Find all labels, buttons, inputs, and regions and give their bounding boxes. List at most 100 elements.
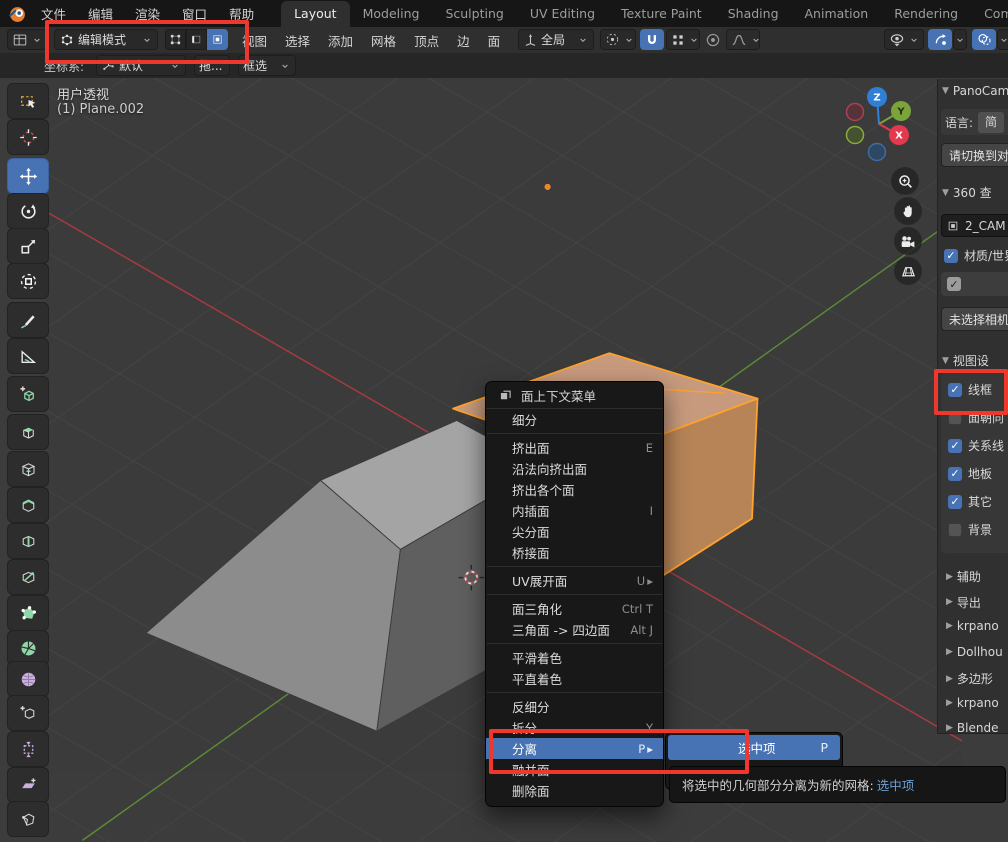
camera-view-button[interactable] [894,227,922,255]
overlays-toggle-button[interactable] [972,29,996,50]
coordinate-system-dropdown[interactable]: 默认 [96,55,186,76]
context-menu-item[interactable]: 桥接面 [486,542,663,563]
viewport-menu-item[interactable]: 顶点 [405,31,448,50]
panel-collapsed-section[interactable]: ▶krpano [946,619,999,633]
context-menu-item[interactable]: 平直着色 [486,668,663,689]
topbar-menu-item[interactable]: 渲染 [124,4,171,23]
panel-collapsed-section[interactable]: ▶krpano [946,696,999,710]
context-menu-item[interactable]: 删除面 [486,780,663,801]
workspace-tab[interactable]: Animation [792,1,882,27]
bevel-tool-button[interactable] [7,487,49,523]
measure-tool-button[interactable] [7,338,49,374]
panel-section-view-settings[interactable]: ▼ 视图设 [942,352,989,369]
no-camera-button[interactable]: 未选择相机 [941,307,1008,331]
view-setting-checkbox-row[interactable]: ✓其它 [948,493,992,510]
loop-cut-tool-button[interactable] [7,523,49,559]
context-menu-item[interactable]: UV展开面U▸ [486,570,663,591]
material-world-checkbox-row[interactable]: ✓ 材质/世界 [944,247,1008,264]
context-menu-item[interactable]: 挤出面E [486,437,663,458]
proportional-falloff-dropdown[interactable] [726,29,760,50]
topbar-menu-item[interactable]: 编辑 [77,4,124,23]
view-setting-checkbox-row[interactable]: 背景 [948,521,992,538]
viewport-menu-item[interactable]: 视图 [233,31,276,50]
move-tool-button[interactable] [7,158,49,194]
context-menu-item[interactable]: 平滑着色 [486,647,663,668]
shear-tool-button[interactable] [7,767,49,803]
mode-dropdown[interactable]: 编辑模式 [54,29,158,50]
workspace-tab[interactable]: UV Editing [517,1,608,27]
workspace-tab[interactable]: Rendering [881,1,971,27]
viewport-menu-item[interactable]: 面 [479,31,510,50]
annotate-tool-button[interactable] [7,302,49,338]
rotate-tool-button[interactable] [7,193,49,229]
panel-collapsed-section[interactable]: ▶Dollhou [946,645,1003,659]
knife-tool-button[interactable] [7,559,49,595]
inset-faces-tool-button[interactable] [7,451,49,487]
context-menu-item[interactable]: 分离P▸ [486,738,663,759]
panel-collapsed-section[interactable]: ▶多边形 [946,670,993,687]
context-menu-item[interactable]: 面三角化Ctrl T [486,598,663,619]
context-menu-item[interactable]: 反细分 [486,696,663,717]
select-box-tool-button[interactable] [7,83,49,119]
scale-tool-button[interactable] [7,228,49,264]
snap-toggle-button[interactable] [640,29,664,50]
poly-build-tool-button[interactable] [7,595,49,631]
view-setting-checkbox-row[interactable]: ✓关系线 [948,437,1004,454]
panel-collapsed-section[interactable]: ▶辅助 [946,568,981,585]
transform-orientation-dropdown[interactable]: 全局 [518,29,594,50]
snap-with-dropdown[interactable] [666,29,700,50]
context-menu-item[interactable]: 沿法向挤出面 [486,458,663,479]
overlays-dropdown[interactable] [997,29,1008,50]
view-setting-checkbox-row[interactable]: ✓线框 [948,381,992,398]
rip-region-tool-button[interactable] [7,801,49,837]
perspective-toggle-button[interactable] [894,257,922,285]
view-setting-checkbox-row[interactable]: ✓地板 [948,465,992,482]
context-menu-item[interactable]: 融并面 [486,759,663,780]
workspace-tab[interactable]: Texture Paint [608,1,715,27]
box-select-mode-dropdown[interactable]: 框选 [238,55,296,76]
panel-collapsed-section[interactable]: ▶Blende [946,721,998,734]
workspace-tab[interactable]: Shading [715,1,792,27]
panel-section-panocam[interactable]: ▼ PanoCamA [942,84,1008,98]
context-menu-item[interactable]: 细分 [486,409,663,430]
workspace-tab[interactable]: Compositing [971,1,1008,27]
context-menu-item[interactable]: 挤出各个面 [486,479,663,500]
submenu-item[interactable]: 选中项P [668,735,840,760]
cursor-3d-tool-button[interactable] [7,119,49,155]
context-menu-item[interactable]: 三角面 -> 四边面Alt J [486,619,663,640]
vertex-mode-button[interactable] [165,29,186,50]
topbar-menu-item[interactable]: 帮助 [218,4,265,23]
viewport-menu-item[interactable]: 添加 [319,31,362,50]
panel-collapsed-section[interactable]: ▶导出 [946,594,981,611]
blender-logo-icon[interactable] [8,4,27,23]
edge-slide-tool-button[interactable] [7,695,49,731]
workspace-tab[interactable]: Sculpting [432,1,516,27]
pivot-point-dropdown[interactable] [600,29,636,50]
camera-object-field[interactable]: 2_CAM [941,214,1008,237]
editor-type-dropdown[interactable] [7,29,47,50]
shrink-fatten-tool-button[interactable] [7,731,49,767]
language-dropdown[interactable]: 简 [978,112,1004,133]
visibility-dropdown[interactable] [884,29,924,50]
viewport-menu-item[interactable]: 边 [448,31,479,50]
extrude-region-tool-button[interactable] [7,414,49,450]
zoom-button[interactable] [891,167,919,195]
panel-section-360[interactable]: ▼ 360 查 [942,184,992,201]
topbar-menu-item[interactable]: 文件 [30,4,77,23]
viewport-menu-item[interactable]: 网格 [362,31,405,50]
context-menu-item[interactable]: 内插面I [486,500,663,521]
proportional-editing-button[interactable] [702,29,724,50]
gizmos-toggle-button[interactable] [928,29,952,50]
switch-button[interactable]: 请切换到对 [941,143,1008,167]
add-cube-tool-button[interactable] [7,376,49,412]
viewport-menu-item[interactable]: 选择 [276,31,319,50]
workspace-tab[interactable]: Modeling [350,1,433,27]
view-setting-checkbox-row[interactable]: 面朝向 [948,409,1004,426]
transform-tool-button[interactable] [7,263,49,299]
edge-mode-button[interactable] [186,29,207,50]
face-mode-button[interactable] [207,29,228,50]
topbar-menu-item[interactable]: 窗口 [171,4,218,23]
context-menu-item[interactable]: 尖分面 [486,521,663,542]
workspace-tab[interactable]: Layout [281,1,350,27]
smooth-tool-button[interactable] [7,661,49,697]
